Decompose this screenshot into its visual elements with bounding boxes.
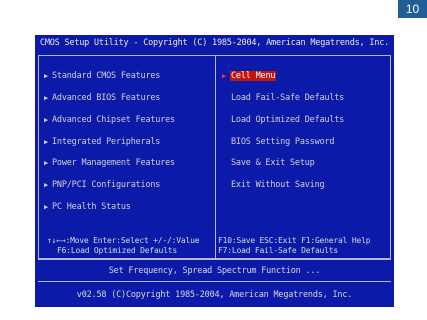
help-keys-f6: F6:Load Optimized Defaults xyxy=(57,246,178,255)
menu-item-cell-menu[interactable]: ▶ Cell Menu xyxy=(222,70,277,82)
triangle-right-icon: ▶ xyxy=(44,159,49,167)
bios-screen: CMOS Setup Utility - Copyright (C) 1985-… xyxy=(35,35,394,307)
triangle-right-icon: ▶ xyxy=(44,72,49,80)
triangle-right-icon: ▶ xyxy=(44,116,49,124)
menu-item-save-exit-setup[interactable]: Save & Exit Setup xyxy=(231,157,315,169)
triangle-right-icon: ▶ xyxy=(222,72,227,80)
triangle-right-icon: ▶ xyxy=(44,94,49,102)
menu-item-pc-health-status[interactable]: ▶ PC Health Status xyxy=(44,201,131,213)
help-separator xyxy=(38,258,391,259)
copyright-footer: v02.58 (C)Copyright 1985-2004, American … xyxy=(76,290,353,300)
triangle-right-icon: ▶ xyxy=(44,138,49,146)
menu-item-load-optimized-defaults[interactable]: Load Optimized Defaults xyxy=(231,114,344,126)
menu-item-pnp-pci-configurations[interactable]: ▶ PNP/PCI Configurations xyxy=(44,179,160,191)
status-separator xyxy=(38,281,391,282)
menu-item-standard-cmos-features[interactable]: ▶ Standard CMOS Features xyxy=(44,70,160,82)
help-keys-f7: F7:Load Fail-Safe Defaults xyxy=(218,246,339,255)
menu-divider xyxy=(215,55,216,258)
menu-item-bios-setting-password[interactable]: BIOS Setting Password xyxy=(231,136,334,148)
menu-item-exit-without-saving[interactable]: Exit Without Saving xyxy=(231,179,325,191)
menu-item-power-management-features[interactable]: ▶ Power Management Features xyxy=(44,157,175,169)
menu-item-load-fail-safe-defaults[interactable]: Load Fail-Safe Defaults xyxy=(231,92,344,104)
item-description: Set Frequency, Spread Spectrum Function … xyxy=(108,266,321,276)
triangle-right-icon: ▶ xyxy=(44,181,49,189)
bios-title: CMOS Setup Utility - Copyright (C) 1985-… xyxy=(39,38,390,48)
menu-item-advanced-bios-features[interactable]: ▶ Advanced BIOS Features xyxy=(44,92,160,104)
page-number: 10 xyxy=(398,0,427,18)
menu-item-integrated-peripherals[interactable]: ▶ Integrated Peripherals xyxy=(44,136,160,148)
menu-item-advanced-chipset-features[interactable]: ▶ Advanced Chipset Features xyxy=(44,114,175,126)
triangle-right-icon: ▶ xyxy=(44,203,49,211)
